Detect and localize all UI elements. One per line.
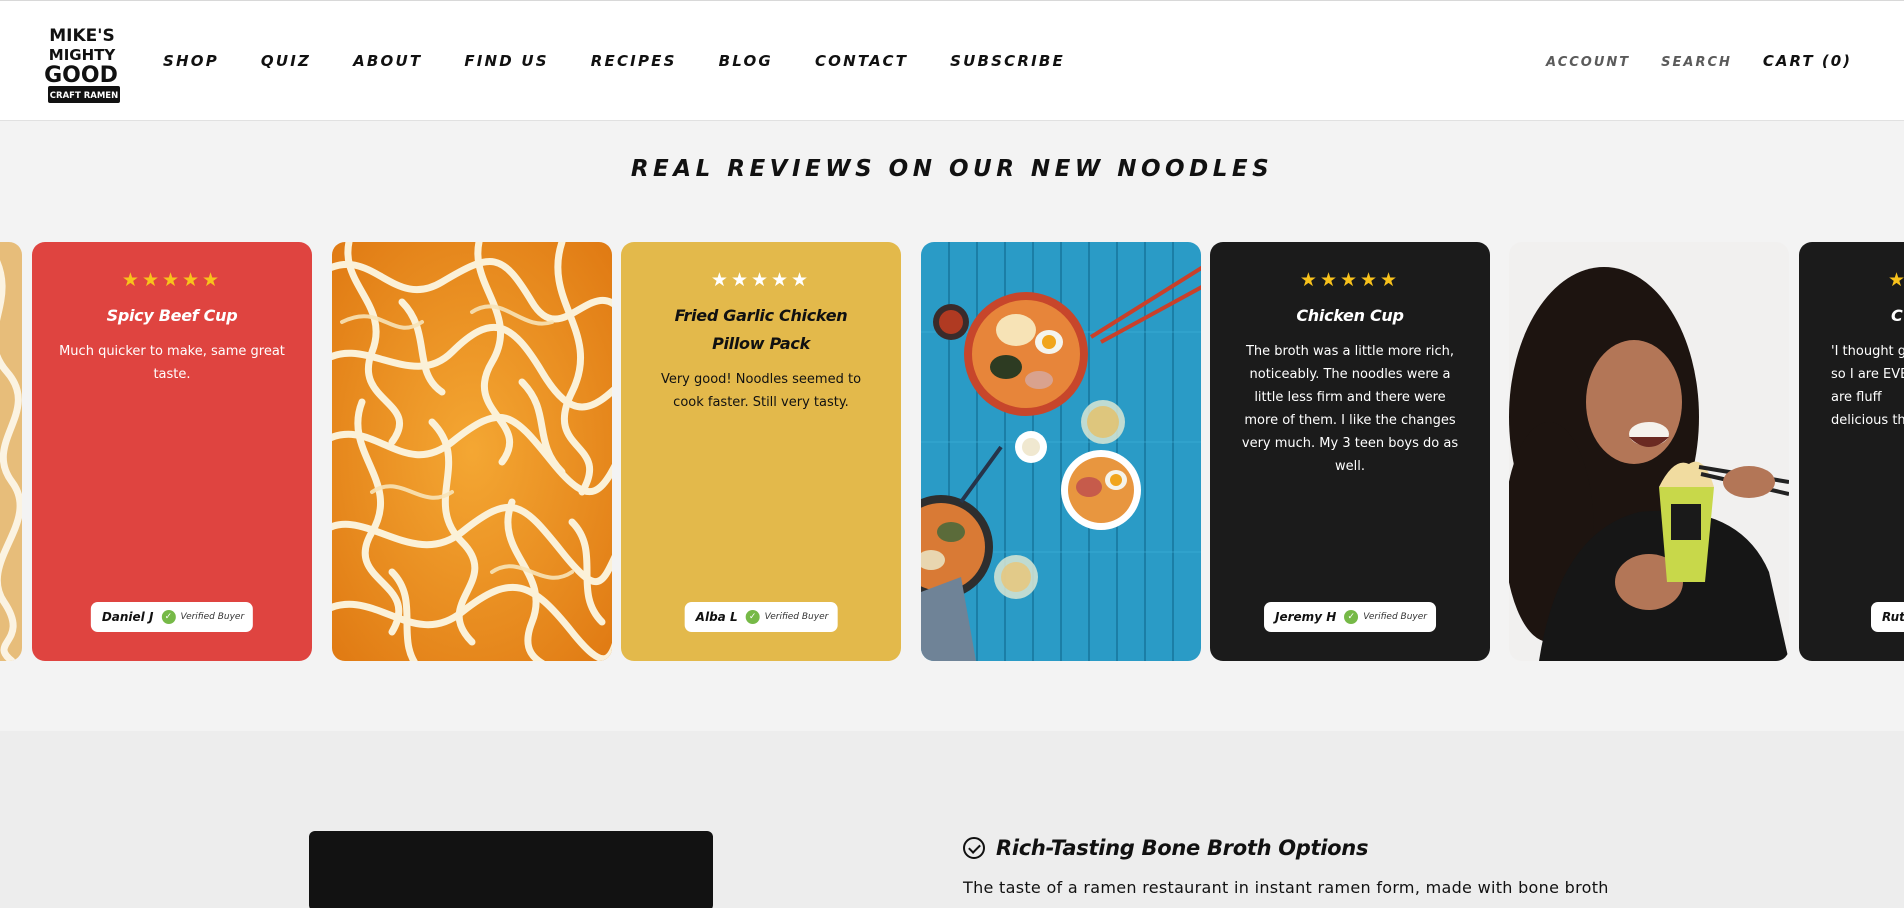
logo-line-3: GOOD bbox=[44, 63, 118, 88]
reviews-heading: REAL REVIEWS ON OUR NEW NOODLES bbox=[630, 156, 1274, 182]
nav-about[interactable]: ABOUT bbox=[353, 52, 422, 70]
feature-title: Rich-Tasting Bone Broth Options bbox=[996, 836, 1369, 860]
logo-line-4: CRAFT RAMEN bbox=[50, 91, 118, 101]
star-rating: ★ bbox=[1888, 269, 1904, 291]
verified-buyer-label: Verified Buyer bbox=[1363, 612, 1427, 622]
reviewer-name: Alba L bbox=[695, 610, 738, 624]
review-text: The broth was a little more rich, notice… bbox=[1241, 344, 1459, 474]
noodles-broth-photo bbox=[332, 242, 612, 661]
nav-blog[interactable]: BLOG bbox=[719, 52, 773, 70]
reviewer-badge: Alba L ✓ Verified Buyer bbox=[684, 602, 838, 632]
nav-contact[interactable]: CONTACT bbox=[815, 52, 908, 70]
review-text: Much quicker to make, same great taste. bbox=[59, 344, 285, 382]
nav-shop[interactable]: SHOP bbox=[163, 52, 219, 70]
verified-buyer-label: Verified Buyer bbox=[764, 612, 829, 622]
review-text: 'I thought great so I are EVEN are fluff… bbox=[1831, 344, 1904, 428]
nav-recipes[interactable]: RECIPES bbox=[591, 52, 677, 70]
review-card: ★ C 'I thought great so I are EVEN are f… bbox=[1799, 242, 1904, 661]
brand-logo[interactable]: MIKE'S MIGHTY GOOD CRAFT RAMEN bbox=[44, 20, 124, 106]
review-card: ★★★★★ Fried Garlic Chicken Pillow Pack V… bbox=[621, 242, 901, 661]
reviewer-name: Ruthi bbox=[1882, 610, 1904, 624]
feature-item: Rich-Tasting Bone Broth Options bbox=[963, 836, 1368, 860]
star-rating: ★★★★★ bbox=[1299, 269, 1401, 291]
verified-buyer-label: Verified Buyer bbox=[180, 612, 245, 622]
review-product-title: Fried Garlic Chicken Pillow Pack bbox=[674, 306, 848, 353]
reviewer-name: Jeremy H bbox=[1275, 610, 1337, 624]
review-card: ★★★★★ Spicy Beef Cup Much quicker to mak… bbox=[32, 242, 312, 661]
reviewer-badge: Jeremy H ✓ Verified Buyer bbox=[1264, 602, 1436, 632]
reviewer-badge: Daniel J ✓ Verified Buyer bbox=[90, 602, 254, 632]
search-link[interactable]: SEARCH bbox=[1661, 55, 1732, 70]
review-product-title: C bbox=[1891, 306, 1903, 325]
reviewer-badge: Ruthi bbox=[1871, 602, 1904, 632]
review-product-title: Chicken Cup bbox=[1296, 306, 1404, 325]
check-circle-icon bbox=[963, 837, 985, 859]
verified-check-icon: ✓ bbox=[1344, 610, 1359, 624]
review-card: ★★★★★ Chicken Cup The broth was a little… bbox=[1210, 242, 1490, 661]
nav-subscribe[interactable]: SUBSCRIBE bbox=[950, 52, 1065, 70]
feature-description: The taste of a ramen restaurant in insta… bbox=[963, 878, 1609, 897]
nav-quiz[interactable]: QUIZ bbox=[261, 52, 311, 70]
site-header: MIKE'S MIGHTY GOOD CRAFT RAMEN SHOP QUIZ… bbox=[0, 0, 1904, 121]
main-nav: SHOP QUIZ ABOUT FIND US RECIPES BLOG CON… bbox=[163, 52, 1107, 70]
noodle-photo-partial bbox=[0, 242, 22, 661]
ramen-bowls-photo bbox=[921, 242, 1201, 661]
features-section bbox=[0, 731, 1904, 908]
review-text: Very good! Noodles seemed to cook faster… bbox=[660, 372, 862, 410]
star-rating: ★★★★★ bbox=[710, 269, 812, 291]
account-link[interactable]: ACCOUNT bbox=[1546, 55, 1630, 70]
reviewer-name: Daniel J bbox=[101, 610, 154, 624]
cart-link[interactable]: CART (0) bbox=[1763, 52, 1852, 70]
logo-line-2: MIGHTY bbox=[49, 46, 117, 64]
star-rating: ★★★★★ bbox=[121, 269, 223, 291]
verified-check-icon: ✓ bbox=[161, 610, 176, 624]
review-product-title: Spicy Beef Cup bbox=[106, 306, 238, 325]
reviews-carousel[interactable]: ★★★★★ Spicy Beef Cup Much quicker to mak… bbox=[0, 242, 1904, 662]
feature-video[interactable] bbox=[309, 831, 713, 908]
woman-eating-ramen-photo bbox=[1509, 242, 1789, 661]
nav-find-us[interactable]: FIND US bbox=[464, 52, 548, 70]
verified-check-icon: ✓ bbox=[745, 610, 760, 624]
header-utilities: ACCOUNT SEARCH CART (0) bbox=[1546, 52, 1852, 70]
logo-line-1: MIKE'S bbox=[49, 26, 114, 46]
